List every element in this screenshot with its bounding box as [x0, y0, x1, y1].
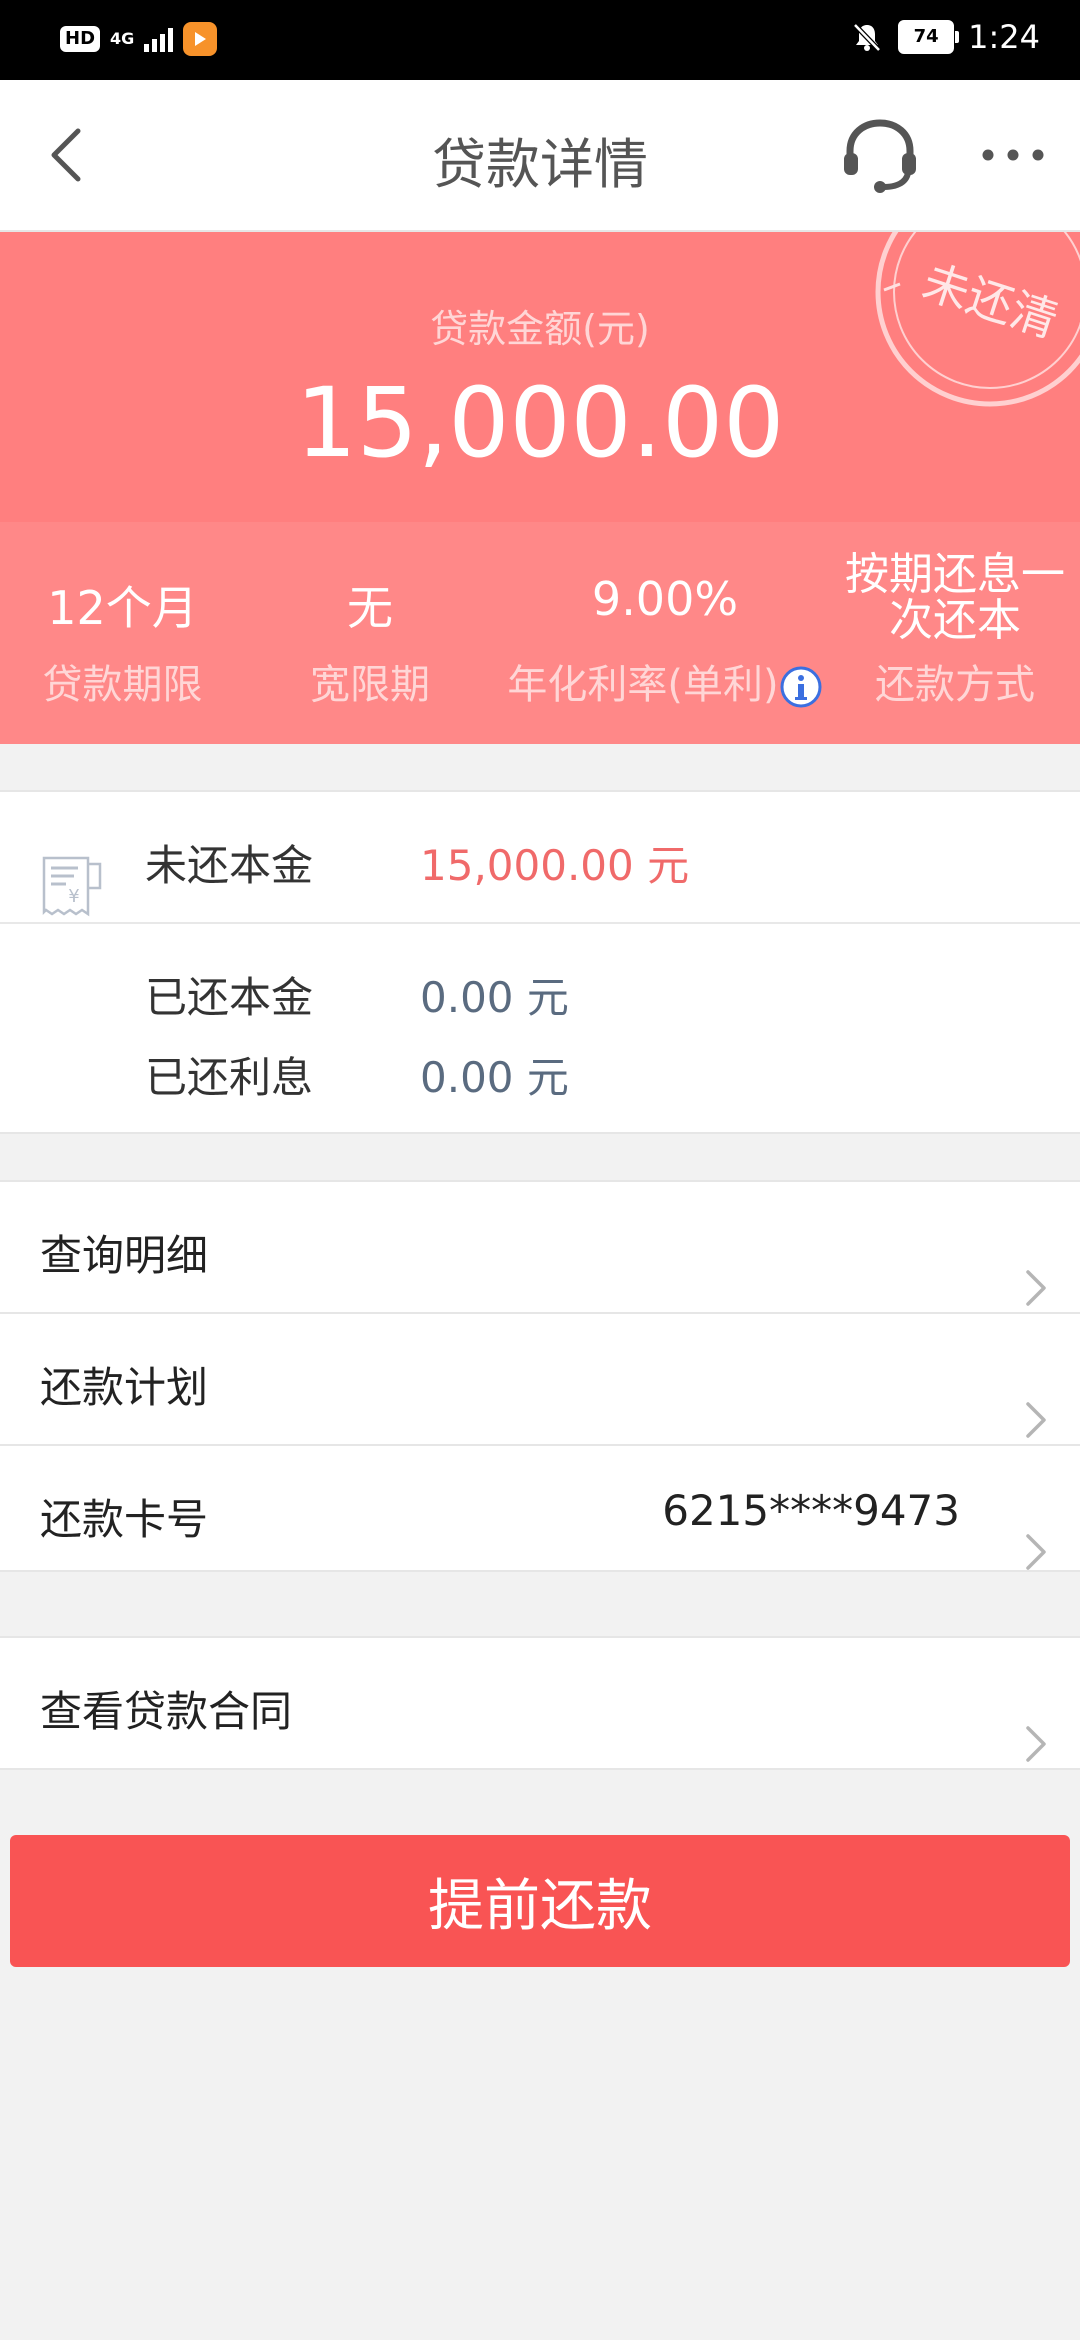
menu-item-repayment-plan[interactable]: 还款计划	[0, 1314, 1080, 1446]
term-method-value-line1: 按期还息一	[845, 549, 1065, 600]
svg-text:¥: ¥	[68, 886, 79, 907]
term-rate: 9.00% 年化利率(单利)	[490, 522, 840, 744]
unpaid-principal-label: 未还本金	[145, 841, 314, 890]
info-icon[interactable]	[779, 665, 823, 709]
hd-badge: HD	[60, 26, 101, 52]
paid-interest-label: 已还利息	[145, 1053, 314, 1102]
term-rate-label-row: 年化利率(单利)	[490, 652, 840, 710]
unpaid-stamp-text: 未还清	[916, 254, 1064, 348]
term-period-label: 贷款期限	[42, 662, 203, 708]
principal-divider	[0, 922, 1080, 924]
chevron-right-icon	[1026, 1726, 1046, 1762]
unpaid-stamp: 未还清	[875, 232, 1080, 407]
term-rate-label: 年化利率(单利)	[507, 662, 779, 708]
status-right: 74 1:24	[850, 18, 1040, 56]
battery-icon: 74	[898, 20, 960, 54]
loan-details-screen: HD 4G 74 1:24 贷款详情 贷款金额(元) 15,000.00 未还清…	[0, 0, 1080, 2340]
unpaid-principal-value: 15,000.00 元	[420, 841, 690, 890]
mute-notification-icon	[853, 23, 881, 52]
paid-principal-label: 已还本金	[145, 973, 314, 1022]
nav-header: 贷款详情	[0, 80, 1080, 232]
term-grace-label: 宽限期	[310, 662, 430, 708]
network-type: 4G	[110, 29, 135, 48]
menu-item-repayment-card[interactable]: 还款卡号 6215****9473	[0, 1446, 1080, 1570]
menu-item-label: 查看贷款合同	[40, 1687, 293, 1736]
menu-item-query-details[interactable]: 查询明细	[0, 1182, 1080, 1314]
contract-list: 查看贷款合同	[0, 1636, 1080, 1770]
chevron-right-icon	[1026, 1534, 1046, 1570]
menu-item-label: 还款卡号	[40, 1495, 209, 1544]
menu-item-label: 查询明细	[40, 1231, 209, 1280]
chevron-right-icon	[1026, 1270, 1046, 1306]
term-period: 12个月 贷款期限	[0, 522, 245, 744]
loan-amount-card: 贷款金额(元) 15,000.00 未还清	[0, 232, 1080, 522]
principal-summary-card: ¥ 未还本金 15,000.00 元 已还本金 0.00 元 已还利息 0.00…	[0, 790, 1080, 1134]
status-bar: HD 4G 74 1:24	[0, 0, 1080, 80]
signal-icon	[144, 26, 174, 52]
paid-interest-value: 0.00 元	[420, 1053, 569, 1102]
term-rate-value: 9.00%	[591, 572, 739, 626]
more-options-icon[interactable]	[978, 140, 1048, 170]
repayment-card-number: 6215****9473	[662, 1486, 960, 1535]
term-method: 按期还息一 次还本 还款方式	[830, 522, 1080, 744]
term-method-value: 按期还息一 次还本	[830, 552, 1080, 644]
loan-terms-band: 12个月 贷款期限 无 宽限期 9.00% 年化利率(单利) 按期还息一 次还本	[0, 522, 1080, 744]
customer-service-icon[interactable]	[840, 115, 920, 195]
video-app-icon	[183, 22, 218, 56]
term-method-label: 还款方式	[875, 662, 1035, 708]
term-period-value: 12个月	[47, 581, 198, 635]
loan-actions-list: 查询明细 还款计划 还款卡号 6215****9473	[0, 1180, 1080, 1572]
menu-item-view-contract[interactable]: 查看贷款合同	[0, 1638, 1080, 1768]
status-left: HD 4G	[60, 22, 218, 56]
menu-item-label: 还款计划	[40, 1363, 209, 1412]
paid-principal-value: 0.00 元	[420, 973, 569, 1022]
term-grace: 无 宽限期	[245, 522, 495, 744]
chevron-right-icon	[1026, 1402, 1046, 1438]
prepay-button[interactable]: 提前还款	[10, 1835, 1070, 1967]
term-grace-value: 无	[347, 581, 393, 635]
clock: 1:24	[968, 18, 1040, 56]
receipt-icon: ¥	[42, 856, 102, 917]
term-method-value-line2: 次还本	[889, 595, 1021, 646]
